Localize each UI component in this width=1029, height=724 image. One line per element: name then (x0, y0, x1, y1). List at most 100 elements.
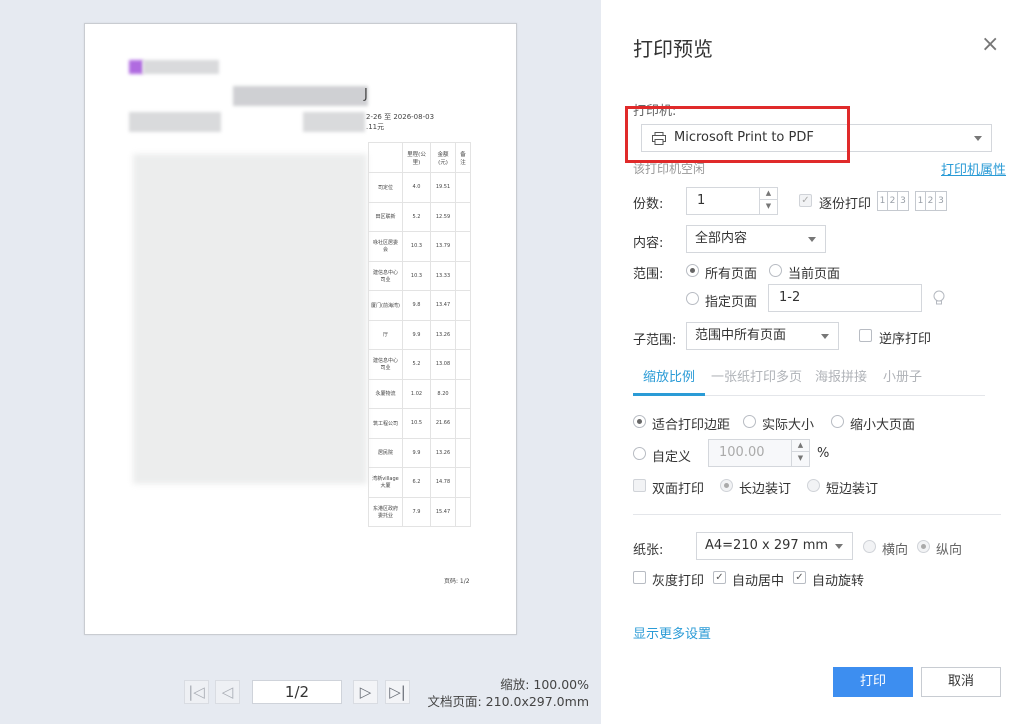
tab-poster[interactable]: 海报拼接 (815, 366, 867, 385)
tab-booklet[interactable]: 小册子 (883, 366, 922, 385)
long-edge-label: 长边装订 (739, 482, 792, 497)
down-arrow-icon[interactable]: ▼ (760, 200, 777, 213)
collate-label: 逐份打印 (819, 197, 872, 212)
table-row: 厦门(前海湾) 9.8 13.47 (368, 290, 471, 321)
paper-value: A4=210 x 297 mm (705, 538, 829, 553)
preview-header: 里程(公里) (402, 142, 431, 173)
short-edge-label: 短边装订 (826, 482, 879, 497)
chevron-down-icon (808, 237, 816, 242)
table-row: 建信息中心司业 10.3 13.33 (368, 260, 471, 291)
subrange-value: 范围中所有页面 (695, 328, 787, 343)
current-page-label: 当前页面 (788, 267, 841, 282)
preview-header: 金额(元) (430, 142, 456, 173)
table-row: 司定位 4.0 19.51 (368, 172, 471, 203)
fit-margins-label: 适合打印边距 (652, 418, 731, 433)
up-arrow-icon[interactable]: ▲ (760, 187, 777, 200)
table-blur (133, 154, 367, 484)
content-value: 全部内容 (695, 231, 748, 246)
chevron-down-icon (835, 544, 843, 549)
prev-page-button[interactable]: ◁ (215, 680, 240, 704)
auto-rotate-checkbox[interactable]: ✓ (793, 571, 806, 584)
first-page-button[interactable]: |◁ (184, 680, 209, 704)
table-row: 湾新village大厦 6.2 14.78 (368, 467, 471, 498)
subrange-select[interactable]: 范围中所有页面 (686, 322, 839, 350)
subrange-label: 子范围: (633, 333, 677, 348)
preview-date-range: 2-26 至 2026-08-03 (366, 113, 435, 121)
cancel-button[interactable]: 取消 (921, 667, 1001, 697)
tab-multiple-pages[interactable]: 一张纸打印多页 (711, 366, 802, 385)
current-page-radio[interactable] (769, 264, 782, 277)
long-edge-radio[interactable] (720, 479, 733, 492)
collate-checkbox[interactable]: ✓ (799, 194, 812, 207)
next-page-button[interactable]: ▷ (353, 680, 378, 704)
specified-pages-label: 指定页面 (705, 295, 758, 310)
pages-range-input[interactable]: 1-2 (768, 284, 922, 312)
portrait-radio[interactable] (917, 540, 930, 553)
active-tab-indicator (633, 393, 705, 396)
reverse-print-label: 逆序打印 (879, 332, 932, 347)
reverse-print-checkbox[interactable] (859, 329, 872, 342)
range-label: 范围: (633, 267, 664, 282)
table-row: 咏社区居委会 10.3 13.79 (368, 231, 471, 262)
zoom-info: 缩放: 100.00% 文档页面: 210.0x297.0mm (427, 676, 589, 710)
section-divider (633, 514, 1001, 515)
table-row: 东港区政府委托业 7.9 15.47 (368, 496, 471, 527)
duplex-checkbox[interactable] (633, 479, 646, 492)
info-blur-right (303, 112, 365, 132)
table-row: 厅 9.9 13.26 (368, 319, 471, 350)
auto-rotate-label: 自动旋转 (812, 574, 865, 589)
table-row: 建信息中心司业 5.2 13.08 (368, 349, 471, 380)
grayscale-checkbox[interactable] (633, 571, 646, 584)
collate-diagram-2: 123 (915, 191, 947, 211)
printer-properties-link[interactable]: 打印机属性 (941, 159, 1006, 178)
page-number-input[interactable]: 1/2 (252, 680, 342, 704)
close-icon[interactable]: × (981, 34, 999, 56)
dialog-title: 打印预览 (633, 37, 713, 61)
tab-scale[interactable]: 缩放比例 (643, 366, 695, 385)
fit-margins-radio[interactable] (633, 415, 646, 428)
preview-page: J 2-26 至 2026-08-03 .11元 里程(公里) 金额(元) 备注… (84, 23, 517, 635)
collate-diagram-1: 123 (877, 191, 909, 211)
copies-value: 1 (697, 193, 706, 208)
actual-size-radio[interactable] (743, 415, 756, 428)
logo-blur (129, 60, 143, 74)
actual-size-label: 实际大小 (762, 418, 815, 433)
preview-amount: .11元 (366, 123, 385, 131)
specified-pages-radio[interactable] (686, 292, 699, 305)
preview-area: J 2-26 至 2026-08-03 .11元 里程(公里) 金额(元) 备注… (0, 0, 601, 724)
custom-scale-stepper[interactable]: ▲ ▼ (791, 439, 809, 467)
portrait-label: 纵向 (936, 543, 963, 558)
copies-stepper[interactable]: ▲ ▼ (759, 187, 777, 215)
chevron-down-icon (821, 334, 829, 339)
logo-text-blur (143, 60, 219, 74)
short-edge-radio[interactable] (807, 479, 820, 492)
all-pages-label: 所有页面 (705, 267, 758, 282)
paper-label: 纸张: (633, 543, 664, 558)
down-arrow-icon[interactable]: ▼ (792, 452, 809, 465)
document-page-size: 文档页面: 210.0x297.0mm (427, 694, 589, 709)
zoom-level: 缩放: 100.00% (500, 677, 589, 692)
last-page-button[interactable]: ▷| (385, 680, 410, 704)
table-row: 居民院 9.9 13.26 (368, 437, 471, 468)
more-settings-link[interactable]: 显示更多设置 (633, 623, 711, 642)
chevron-down-icon (974, 136, 982, 141)
paper-select[interactable]: A4=210 x 297 mm (696, 532, 853, 560)
copies-input[interactable]: 1 ▲ ▼ (686, 187, 778, 215)
landscape-label: 横向 (882, 543, 909, 558)
content-select[interactable]: 全部内容 (686, 225, 826, 253)
shrink-large-radio[interactable] (831, 415, 844, 428)
title-blur (233, 86, 368, 106)
custom-scale-input[interactable]: 100.00 ▲ ▼ (708, 439, 810, 467)
lightbulb-icon[interactable] (933, 290, 945, 306)
up-arrow-icon[interactable]: ▲ (792, 439, 809, 452)
grayscale-label: 灰度打印 (652, 574, 705, 589)
print-button[interactable]: 打印 (833, 667, 913, 697)
table-row: 永厦物流 1.02 8.20 (368, 378, 471, 409)
preview-header: 备注 (455, 142, 471, 173)
auto-center-checkbox[interactable]: ✓ (713, 571, 726, 584)
custom-scale-label: 自定义 (652, 450, 692, 465)
landscape-radio[interactable] (863, 540, 876, 553)
custom-scale-radio[interactable] (633, 447, 646, 460)
all-pages-radio[interactable] (686, 264, 699, 277)
table-row: 田区联新 5.2 12.59 (368, 201, 471, 232)
